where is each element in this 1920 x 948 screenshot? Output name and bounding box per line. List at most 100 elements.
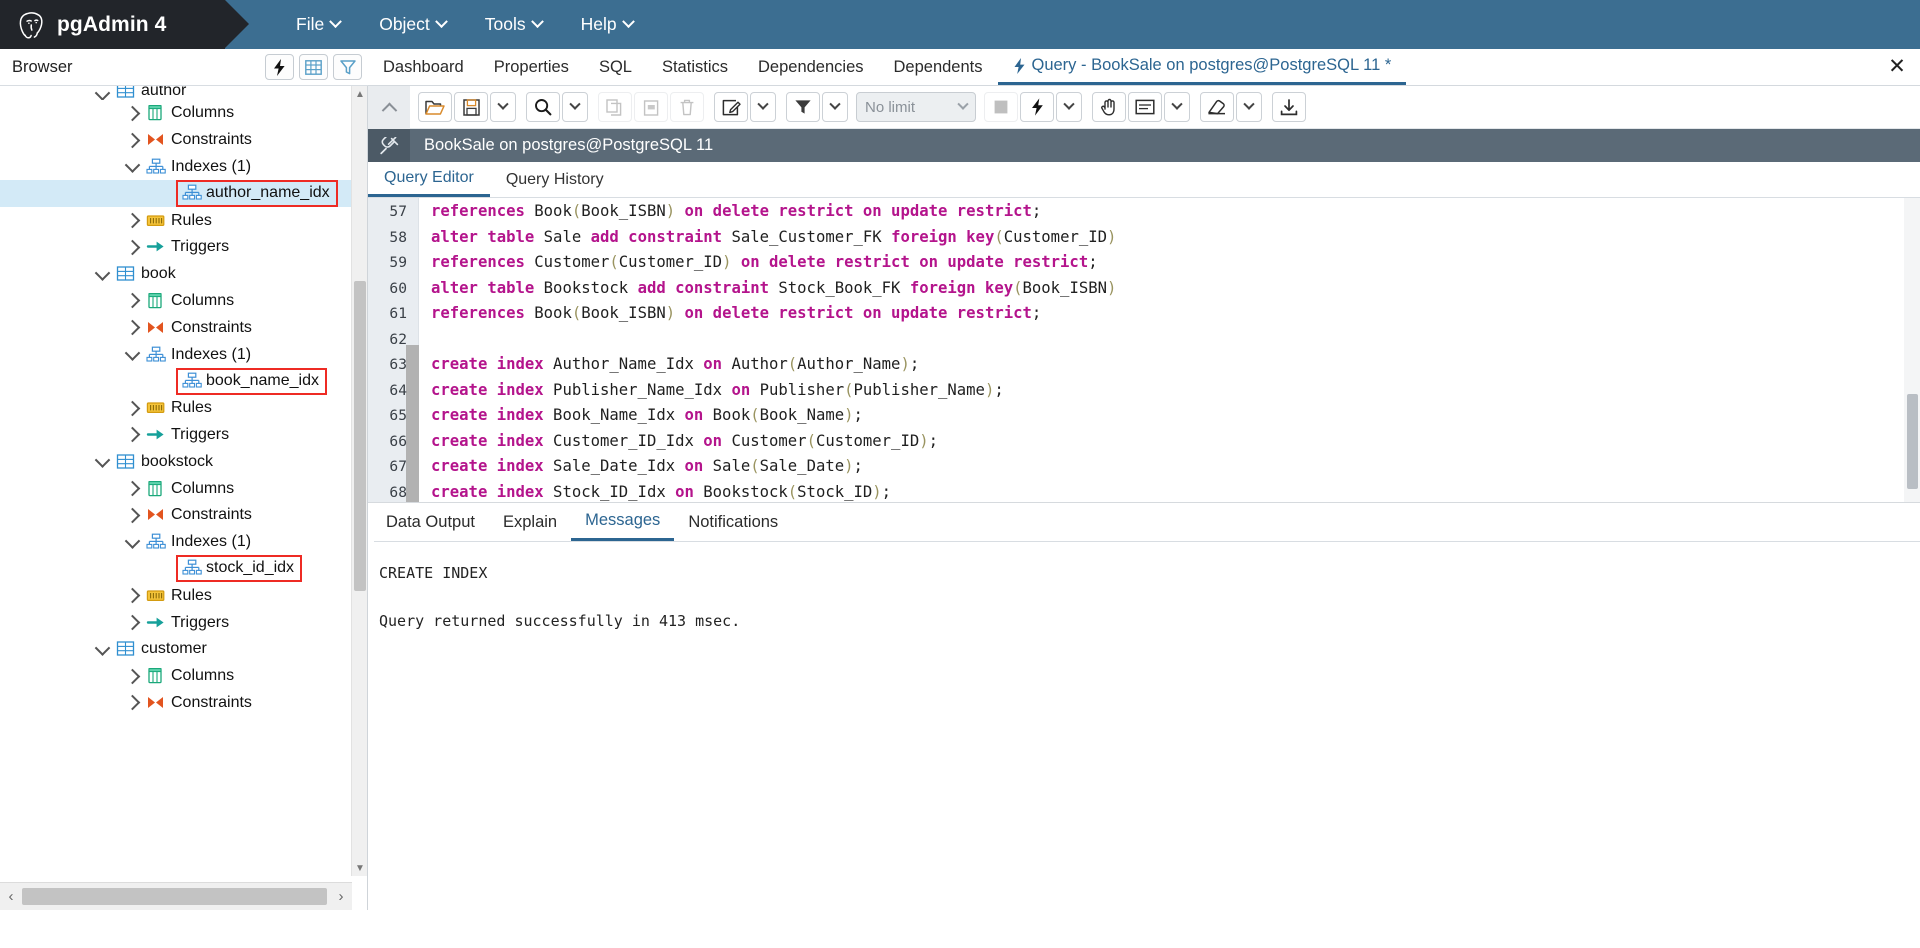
chevron-right-icon[interactable]: [124, 587, 140, 604]
tree-toggle[interactable]: [118, 668, 146, 684]
tree-vertical-scrollbar[interactable]: ▲ ▼: [351, 86, 367, 876]
tree-item-rules[interactable]: Rules: [0, 207, 352, 234]
tree-item-indexes-1[interactable]: Indexes (1): [0, 154, 352, 181]
chevron-right-icon[interactable]: [124, 132, 140, 148]
code-lines[interactable]: references Book(Book_ISBN) on delete res…: [419, 198, 1904, 502]
tab-properties[interactable]: Properties: [479, 49, 584, 85]
tab-dashboard[interactable]: Dashboard: [368, 49, 479, 85]
edit-button[interactable]: [714, 92, 748, 122]
tree-toggle[interactable]: [118, 345, 146, 361]
tree-toggle[interactable]: [118, 105, 146, 122]
code-line[interactable]: create index Author_Name_Idx on Author(A…: [419, 352, 1904, 378]
tree-toggle[interactable]: [118, 400, 146, 416]
chevron-right-icon[interactable]: [124, 695, 140, 711]
code-line[interactable]: references Book(Book_ISBN) on delete res…: [419, 199, 1904, 225]
save-dropdown-button[interactable]: [490, 92, 516, 122]
tab-explain[interactable]: Explain: [489, 503, 571, 541]
tree-item-columns[interactable]: Columns: [0, 475, 352, 502]
chevron-down-icon[interactable]: [94, 452, 110, 469]
editor-vscroll-thumb[interactable]: [1907, 394, 1918, 489]
tree-vscroll-thumb[interactable]: [354, 281, 366, 591]
tree-item-constraints[interactable]: Constraints: [0, 314, 352, 341]
tree-item-constraints[interactable]: Constraints: [0, 690, 352, 717]
tree-item-rules[interactable]: Rules: [0, 582, 352, 609]
tree-toggle[interactable]: [118, 212, 146, 229]
copy-row-button[interactable]: [598, 92, 632, 122]
code-line[interactable]: [419, 327, 1904, 353]
tree-toggle[interactable]: [118, 427, 146, 443]
scroll-right-icon[interactable]: ›: [330, 883, 352, 911]
tree-toggle[interactable]: [118, 293, 146, 309]
scroll-left-icon[interactable]: ‹: [0, 883, 22, 911]
scroll-up-icon[interactable]: ▲: [352, 86, 368, 102]
tree-toggle[interactable]: [118, 480, 146, 497]
row-limit-select[interactable]: No limit: [856, 92, 976, 122]
chevron-right-icon[interactable]: [124, 400, 140, 416]
tree-toggle[interactable]: [118, 157, 146, 174]
edit-dropdown-button[interactable]: [750, 92, 776, 122]
menu-tools[interactable]: Tools: [472, 9, 555, 40]
explain-button[interactable]: [1092, 92, 1126, 122]
chevron-right-icon[interactable]: [124, 480, 140, 497]
code-line[interactable]: create index Book_Name_Idx on Book(Book_…: [419, 403, 1904, 429]
macros-dropdown-button[interactable]: [1236, 92, 1262, 122]
query-tool-button[interactable]: [265, 54, 294, 80]
tab-notifications[interactable]: Notifications: [674, 503, 792, 541]
tab-messages[interactable]: Messages: [571, 503, 675, 541]
tree-item-book-name-idx[interactable]: book_name_idx: [0, 367, 352, 395]
code-line[interactable]: create index Customer_ID_Idx on Customer…: [419, 429, 1904, 455]
tree-toggle[interactable]: [118, 507, 146, 524]
chevron-down-icon[interactable]: [94, 264, 110, 281]
find-dropdown-button[interactable]: [562, 92, 588, 122]
tree-item-columns[interactable]: Columns: [0, 663, 352, 690]
chevron-right-icon[interactable]: [124, 239, 140, 256]
chevron-down-icon[interactable]: [94, 640, 110, 656]
scroll-down-icon[interactable]: ▼: [352, 860, 368, 876]
tree-toggle[interactable]: [118, 532, 146, 549]
tab-statistics[interactable]: Statistics: [647, 49, 743, 85]
chevron-right-icon[interactable]: [124, 212, 140, 229]
chevron-down-icon[interactable]: [94, 86, 110, 100]
macros-button[interactable]: [1200, 92, 1234, 122]
editor-vertical-scrollbar[interactable]: [1904, 198, 1920, 502]
tree-toggle[interactable]: [118, 132, 146, 148]
close-icon[interactable]: ✕: [1886, 56, 1908, 79]
chevron-right-icon[interactable]: [124, 427, 140, 443]
tree-item-author-name-idx[interactable]: author_name_idx: [0, 180, 352, 208]
tree-hscroll-thumb[interactable]: [22, 887, 327, 905]
code-line[interactable]: alter table Sale add constraint Sale_Cus…: [419, 225, 1904, 251]
tree-toggle[interactable]: [118, 614, 146, 631]
tab-query-tool[interactable]: Query - BookSale on postgres@PostgreSQL …: [997, 49, 1407, 85]
code-line[interactable]: references Book(Book_ISBN) on delete res…: [419, 301, 1904, 327]
tree-toggle[interactable]: [118, 239, 146, 256]
tree-toggle[interactable]: [88, 86, 116, 100]
code-line[interactable]: references Customer(Customer_ID) on dele…: [419, 250, 1904, 276]
tree-item-stock-id-idx[interactable]: stock_id_idx: [0, 555, 352, 583]
chevron-right-icon[interactable]: [124, 507, 140, 524]
tree-item-bookstock[interactable]: bookstock: [0, 448, 352, 475]
stop-query-button[interactable]: [984, 92, 1018, 122]
tree-item-rules[interactable]: Rules: [0, 395, 352, 422]
tree-item-triggers[interactable]: Triggers: [0, 609, 352, 636]
code-line[interactable]: alter table Bookstock add constraint Sto…: [419, 276, 1904, 302]
sql-code-editor[interactable]: references Book(Book_ISBN) on delete res…: [368, 198, 1920, 502]
chevron-right-icon[interactable]: [124, 614, 140, 631]
delete-row-button[interactable]: [670, 92, 704, 122]
tab-query-editor[interactable]: Query Editor: [368, 162, 490, 197]
tab-data-output[interactable]: Data Output: [372, 503, 489, 541]
tree-item-triggers[interactable]: Triggers: [0, 422, 352, 449]
tree-hscroll-track[interactable]: [22, 883, 330, 911]
tree-toggle[interactable]: [88, 264, 116, 281]
tree-item-columns[interactable]: Columns: [0, 288, 352, 315]
tree-toggle[interactable]: [88, 640, 116, 656]
tab-query-history[interactable]: Query History: [490, 162, 620, 197]
find-button[interactable]: [526, 92, 560, 122]
chevron-down-icon[interactable]: [124, 345, 140, 361]
tree-item-constraints[interactable]: Constraints: [0, 127, 352, 154]
tree-item-columns[interactable]: Columns: [0, 100, 352, 127]
tree-item-constraints[interactable]: Constraints: [0, 502, 352, 529]
chevron-down-icon[interactable]: [124, 157, 140, 174]
tree-item-book[interactable]: book: [0, 261, 352, 288]
code-line[interactable]: create index Stock_ID_Idx on Bookstock(S…: [419, 480, 1904, 503]
save-file-button[interactable]: [454, 92, 488, 122]
